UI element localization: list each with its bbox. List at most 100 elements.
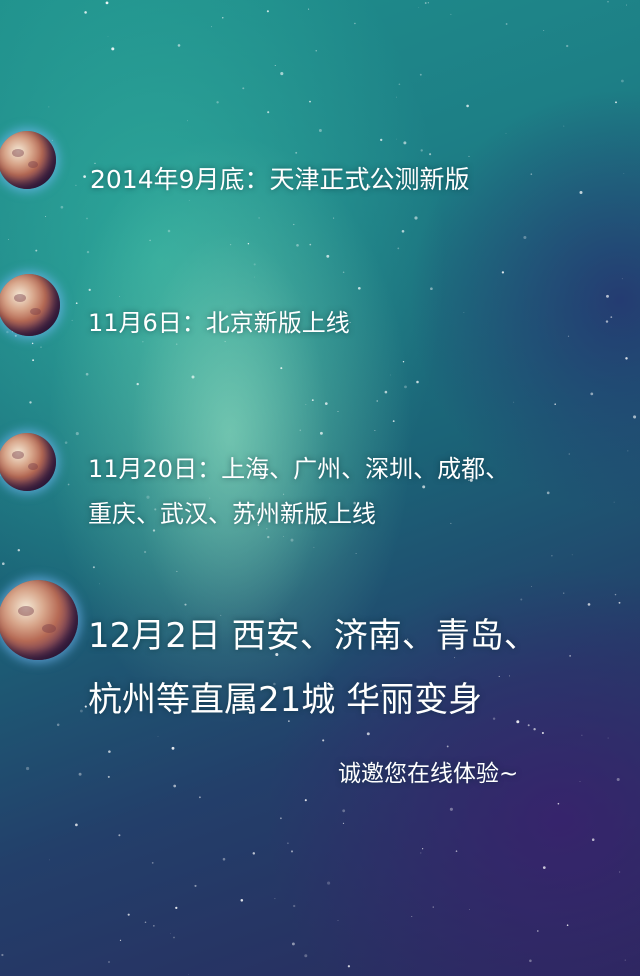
star: [79, 709, 83, 713]
star: [416, 380, 419, 384]
star: [520, 598, 523, 601]
star: [542, 866, 546, 869]
star: [315, 50, 317, 52]
star: [173, 784, 177, 788]
star: [293, 904, 296, 908]
star: [167, 229, 171, 233]
star: [342, 822, 345, 825]
star: [290, 850, 294, 853]
star: [14, 334, 17, 337]
star: [554, 403, 556, 406]
star: [427, 2, 429, 4]
star: [304, 799, 307, 802]
star: [397, 247, 400, 250]
star: [513, 401, 515, 403]
star: [99, 583, 100, 585]
star: [173, 936, 175, 939]
star: [86, 217, 88, 220]
star: [75, 184, 77, 187]
star: [85, 372, 89, 376]
star: [454, 657, 456, 659]
star: [318, 129, 322, 132]
star: [610, 316, 613, 318]
star: [581, 734, 583, 736]
star: [563, 125, 565, 127]
star: [29, 401, 32, 404]
star: [108, 961, 110, 963]
star: [48, 106, 50, 108]
star: [309, 243, 312, 246]
star: [342, 809, 346, 813]
star: [616, 777, 620, 782]
star: [327, 881, 331, 885]
star: [607, 737, 609, 739]
star: [533, 728, 536, 731]
star: [175, 906, 178, 910]
star: [86, 250, 90, 254]
star: [64, 441, 68, 444]
star: [418, 7, 420, 8]
timeline-item-3-line-2: 重庆、武汉、苏州新版上线: [88, 500, 376, 528]
timeline-item-3-line-1: 11月20日：上海、广州、深圳、成都、: [88, 455, 510, 483]
star: [571, 554, 573, 556]
star: [541, 731, 544, 735]
star: [119, 939, 122, 941]
star: [516, 720, 520, 724]
star: [111, 47, 115, 51]
star: [17, 548, 21, 552]
star: [530, 173, 533, 175]
star: [149, 239, 151, 242]
star: [342, 271, 345, 274]
planet-icon: [0, 580, 78, 660]
planet-icon: [0, 433, 56, 491]
star: [429, 153, 432, 156]
star: [309, 100, 311, 103]
star: [194, 884, 197, 887]
star: [280, 817, 282, 820]
star: [508, 675, 510, 677]
star: [420, 852, 422, 854]
star: [587, 603, 591, 606]
star: [296, 243, 299, 247]
timeline-item-2: 11月6日：北京新版上线: [88, 309, 350, 337]
star: [432, 906, 434, 908]
star: [171, 746, 175, 750]
star: [403, 141, 407, 145]
star: [621, 278, 623, 280]
star: [157, 735, 159, 737]
star: [621, 79, 624, 83]
star: [529, 959, 532, 963]
star: [107, 36, 109, 37]
timeline-item-4-line-1: 12月2日 西安、济南、青岛、: [88, 616, 538, 656]
star: [623, 172, 625, 174]
star: [568, 453, 571, 455]
star: [614, 593, 617, 596]
star: [579, 781, 581, 782]
star: [26, 766, 30, 771]
star: [274, 898, 276, 900]
star: [501, 271, 505, 274]
star: [366, 732, 370, 736]
star: [304, 954, 308, 958]
star: [449, 807, 453, 811]
star: [84, 705, 87, 708]
star: [8, 239, 10, 240]
star: [105, 1, 109, 5]
star: [267, 111, 270, 114]
star: [633, 415, 637, 419]
star: [31, 342, 34, 345]
star: [579, 190, 583, 195]
star: [450, 522, 452, 524]
star: [252, 852, 256, 855]
star: [613, 501, 615, 503]
star: [35, 249, 38, 252]
star: [396, 138, 397, 140]
star: [536, 930, 539, 932]
star: [505, 23, 508, 25]
star: [492, 717, 496, 720]
star: [56, 723, 60, 727]
star: [450, 13, 452, 15]
star: [266, 10, 269, 13]
star: [188, 200, 190, 201]
star: [2, 562, 5, 565]
